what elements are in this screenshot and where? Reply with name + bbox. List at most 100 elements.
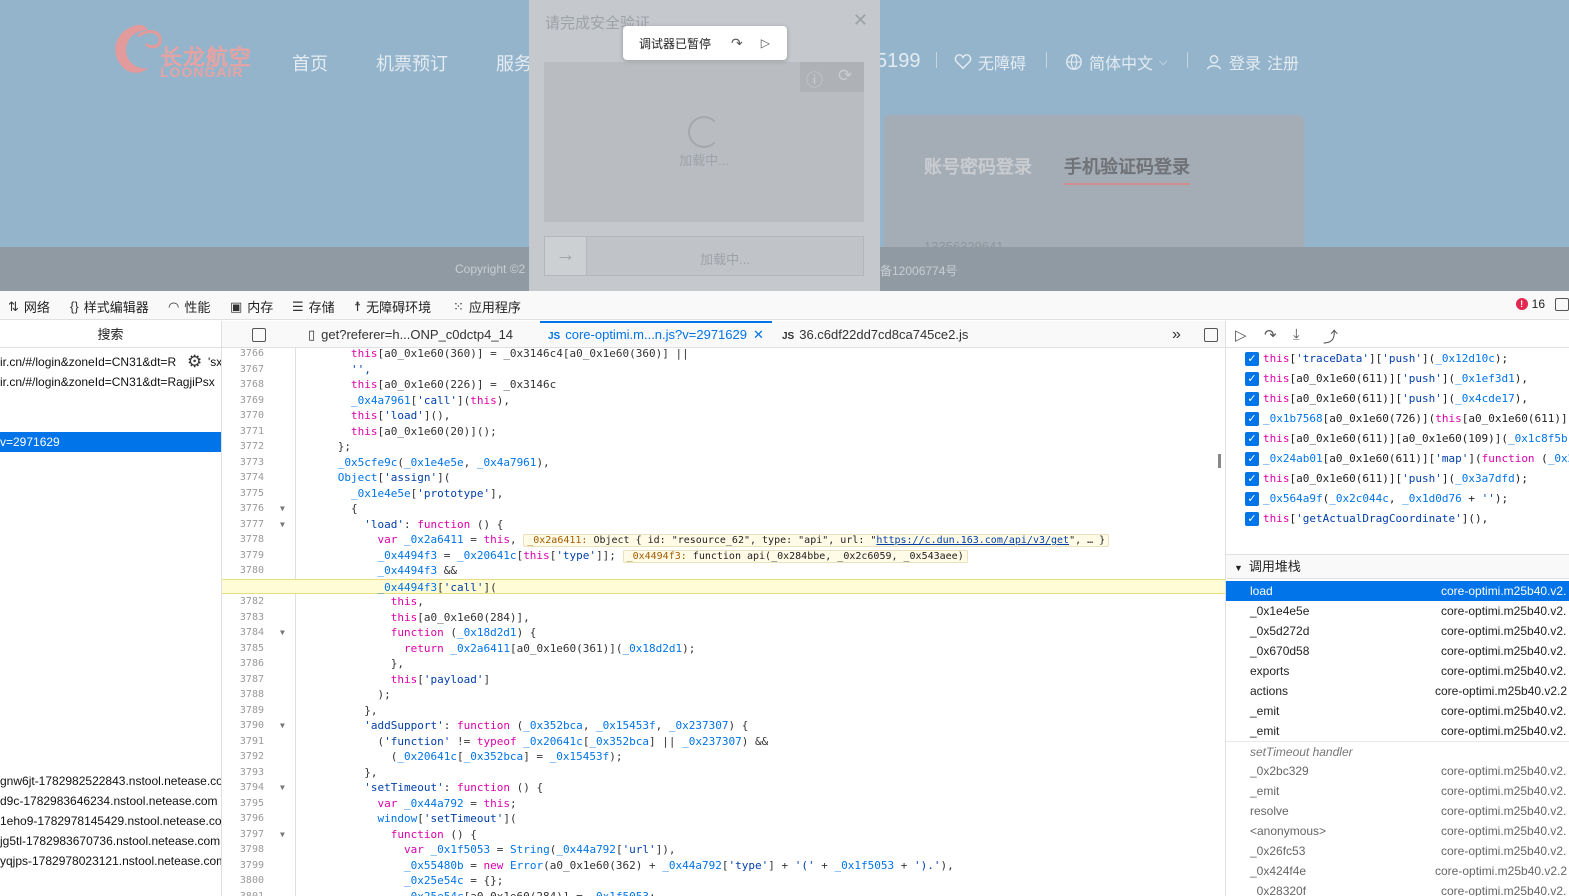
sidebar-toggle-icon[interactable]	[252, 328, 266, 342]
callstack-frame[interactable]: <anonymous> core-optimi.m25b40.v2.	[1226, 821, 1569, 841]
callstack-frame[interactable]: _emit core-optimi.m25b40.v2.	[1226, 721, 1569, 741]
callstack-frame[interactable]: resolve core-optimi.m25b40.v2.	[1226, 801, 1569, 821]
search-tab[interactable]: 搜索	[0, 321, 221, 348]
frame-source: core-optimi.m25b40.v2.	[1441, 844, 1567, 858]
close-icon[interactable]: ✕	[753, 327, 764, 342]
breakpoint-item[interactable]: ✓ this[a0_0x1e60(611)]['push'](_0x1ef3d1)…	[1226, 369, 1569, 389]
source-item[interactable]: yqjps-1782978023121.nstool.netease.com	[0, 851, 221, 871]
editor-tab[interactable]: JS 36.c6df22dd7cd8ca745ce2.js	[782, 321, 968, 348]
nav-accessibility[interactable]: 无障碍	[954, 50, 1026, 74]
code-token: '('	[794, 858, 815, 872]
frame-source: core-optimi.m25b40.v2.	[1441, 704, 1567, 718]
resume-icon[interactable]: ▷	[761, 36, 770, 50]
checkbox-icon[interactable]: ✓	[1245, 452, 1259, 466]
tab-accessibility[interactable]: ☨ 无障碍环境	[354, 297, 431, 316]
source-item[interactable]: 1eho9-1782978145429.nstool.netease.com	[0, 811, 221, 831]
code-token: [	[456, 750, 464, 763]
tab-memory[interactable]: ▣ 内存	[230, 297, 273, 316]
right-panel-toggle-icon[interactable]	[1204, 328, 1218, 342]
tab-style-editor[interactable]: {} 样式编辑器	[70, 297, 149, 316]
step-out-icon[interactable]: ⤴	[1323, 326, 1338, 347]
code-token: this	[1263, 392, 1290, 405]
tab-sms-login[interactable]: 手机验证码登录	[1064, 153, 1190, 179]
code-token: 'push'	[1402, 472, 1442, 485]
callstack-frame[interactable]: _emit core-optimi.m25b40.v2.	[1226, 781, 1569, 801]
code-line: this['load'](),	[222, 408, 1225, 424]
code-token: +	[894, 858, 915, 872]
language-selector[interactable]: 简体中文 ⌵	[1065, 50, 1167, 74]
breakpoint-item[interactable]: ✓ _0x564a9f(_0x2c044c, _0x1d0d76 + '');	[1226, 489, 1569, 509]
editor-tab[interactable]: ▯ get?referer=h...ONP_c0dctp4_14	[308, 321, 513, 348]
checkbox-icon[interactable]: ✓	[1245, 412, 1259, 426]
inline-preview[interactable]: _0x4494f3: function api(_0x284bbe, _0x2c…	[622, 549, 968, 563]
resume-icon[interactable]: ▷	[1235, 326, 1247, 344]
callstack-frame[interactable]: _0x5d272d core-optimi.m25b40.v2.	[1226, 621, 1569, 641]
editor-tab-active[interactable]: JS core-optimi.m...n.js?v=2971629 ✕	[540, 321, 772, 348]
callstack-frame[interactable]: _0x670d58 core-optimi.m25b40.v2.	[1226, 641, 1569, 661]
source-item[interactable]: jg5tl-1782983670736.nstool.netease.com	[0, 831, 221, 851]
source-item[interactable]: ir.cn/#/login&zoneId=CN31&dt=R 'sx	[0, 352, 221, 372]
tab-performance[interactable]: ◠ 性能	[168, 297, 210, 316]
captcha-slider[interactable]: → 加载中...	[544, 236, 864, 276]
callstack-frame[interactable]: _0x1e4e5e core-optimi.m25b40.v2.	[1226, 601, 1569, 621]
step-over-icon[interactable]: ↷	[1264, 326, 1277, 344]
code-token: ''	[1481, 492, 1495, 505]
tab-network[interactable]: ⇅ 网络	[8, 297, 50, 316]
nav-home[interactable]: 首页	[292, 50, 328, 76]
register-link[interactable]: 注册	[1267, 50, 1299, 74]
breakpoint-item[interactable]: ✓ this[a0_0x1e60(611)][a0_0x1e60(109)](_0…	[1226, 429, 1569, 449]
inline-preview-url[interactable]: https://c.dun.163.com/api/v3/get	[876, 535, 1069, 546]
more-tabs-icon[interactable]: »	[1172, 321, 1181, 348]
scrollbar[interactable]	[1218, 454, 1221, 468]
code-editor[interactable]: 3766 3767 3768 3769 3770 3771 3772 3773 3774 3775…	[222, 348, 1225, 896]
tab-password-login[interactable]: 账号密码登录	[924, 153, 1032, 179]
close-icon[interactable]: ✕	[853, 10, 868, 31]
callstack-frame[interactable]: actions core-optimi.m25b40.v2.2	[1226, 681, 1569, 701]
login-link[interactable]: 登录	[1229, 50, 1261, 74]
callstack-frame[interactable]: load core-optimi.m25b40.v2.	[1226, 581, 1569, 601]
nav-divider	[936, 52, 937, 68]
tab-application[interactable]: ⁙ 应用程序	[453, 297, 521, 316]
callstack-frame[interactable]: _0x2bc329 core-optimi.m25b40.v2.	[1226, 761, 1569, 781]
source-item[interactable]: gnw6jt-1782982522843.nstool.netease.com	[0, 771, 221, 791]
step-over-icon[interactable]: ↷	[731, 35, 743, 52]
help-icon[interactable]: ⓘ	[806, 66, 823, 91]
source-item-selected[interactable]: v=2971629	[0, 432, 221, 452]
breakpoint-item[interactable]: ✓ this['traceData']['push'](_0x12d10c);	[1226, 349, 1569, 369]
checkbox-icon[interactable]: ✓	[1245, 512, 1259, 526]
tab-storage[interactable]: ☰ 存储	[292, 297, 335, 316]
code-token: = {};	[463, 874, 504, 887]
refresh-icon[interactable]: ⟳	[838, 66, 852, 86]
checkbox-icon[interactable]: ✓	[1245, 372, 1259, 386]
code-token: ;	[509, 796, 517, 810]
code-token: function	[456, 719, 510, 732]
callstack-header[interactable]: ▼ 调用堆栈	[1226, 554, 1569, 579]
checkbox-icon[interactable]: ✓	[1245, 432, 1259, 446]
step-in-icon[interactable]: ⤓	[1293, 326, 1300, 343]
breakpoint-item[interactable]: ✓ this['getActualDragCoordinate'](),	[1226, 509, 1569, 529]
callstack-frame[interactable]: _0x424f4e core-optimi.m25b40.v2.2	[1226, 861, 1569, 881]
breakpoint-item[interactable]: ✓ this[a0_0x1e60(611)]['push'](_0x3a7dfd)…	[1226, 469, 1569, 489]
sources-panel: 搜索 ⚙ ir.cn/#/login&zoneId=CN31&dt=R'sx i…	[0, 321, 222, 896]
callstack-frame[interactable]: _0x28320f core-optimi.m25b40.v2.	[1226, 881, 1569, 896]
panel-toggle-icon[interactable]	[1555, 298, 1569, 311]
callstack-frame[interactable]: _emit core-optimi.m25b40.v2.	[1226, 701, 1569, 721]
checkbox-icon[interactable]: ✓	[1245, 472, 1259, 486]
devtools: ⇅ 网络 {} 样式编辑器 ◠ 性能 ▣ 内存 ☰ 存储 ☨ 无障碍环境 ⁙ 应用程序 ! 16…	[0, 291, 1569, 896]
breakpoint-item[interactable]: ✓ _0x24ab01[a0_0x1e60(611)]['map'](functi…	[1226, 449, 1569, 469]
callstack-frame[interactable]: _0x26fc53 core-optimi.m25b40.v2.	[1226, 841, 1569, 861]
inline-preview[interactable]: _0x2a6411: Object { id: "resource_62", t…	[523, 534, 1110, 547]
source-item[interactable]: d9c-1782983646234.nstool.netease.com	[0, 791, 221, 811]
source-item[interactable]: ir.cn/#/login&zoneId=CN31&dt=RagjiPsx	[0, 372, 221, 392]
breakpoint-item[interactable]: ✓ _0x1b7568[a0_0x1e60(726)](this[a0_0x1e6…	[1226, 409, 1569, 429]
checkbox-icon[interactable]: ✓	[1245, 492, 1259, 506]
nav-service[interactable]: 服务	[496, 50, 532, 76]
error-counter[interactable]: ! 16	[1515, 297, 1545, 311]
checkbox-icon[interactable]: ✓	[1245, 392, 1259, 406]
gauge-icon: ◠	[168, 298, 180, 314]
callstack-frame[interactable]: exports core-optimi.m25b40.v2.	[1226, 661, 1569, 681]
checkbox-icon[interactable]: ✓	[1245, 352, 1259, 366]
breakpoint-item[interactable]: ✓ this[a0_0x1e60(611)]['push'](_0x4cde17)…	[1226, 389, 1569, 409]
nav-booking[interactable]: 机票预订	[376, 50, 448, 76]
